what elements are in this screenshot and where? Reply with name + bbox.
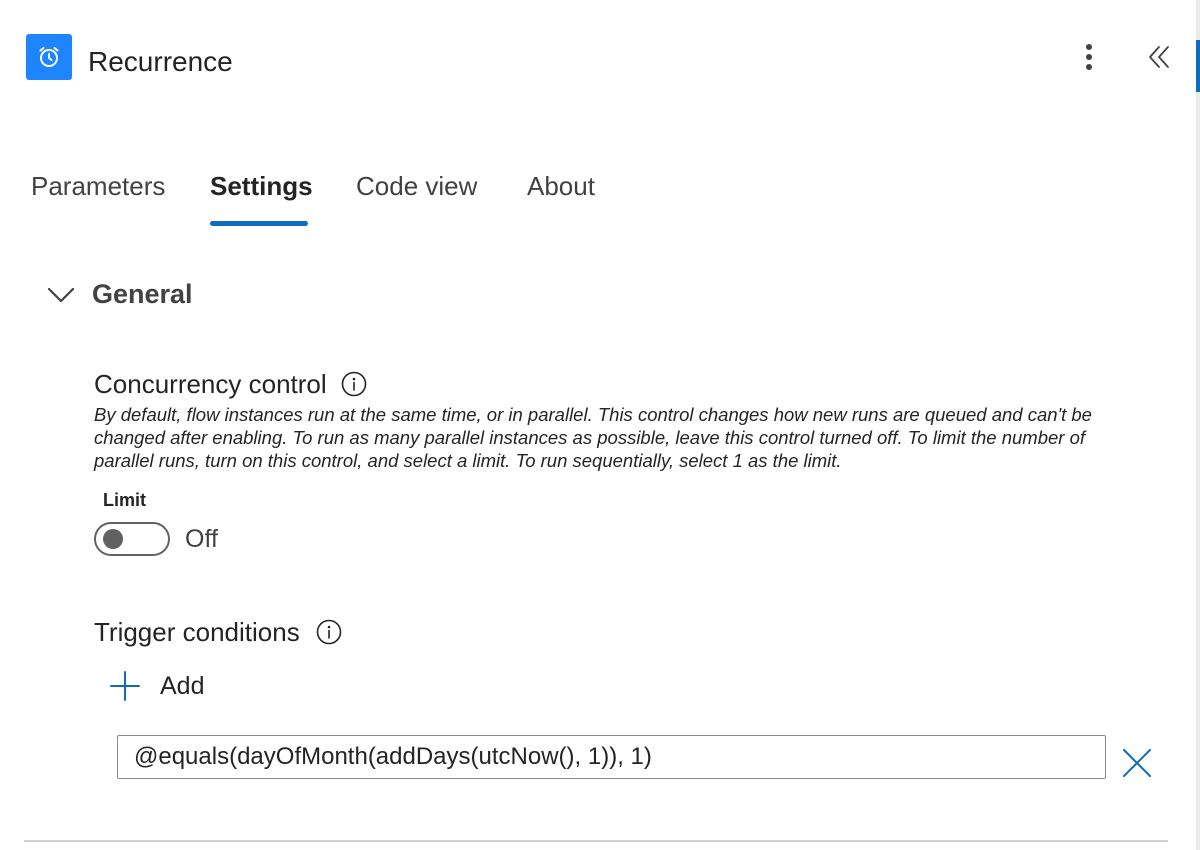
toggle-knob [103, 529, 123, 549]
close-icon [1123, 749, 1151, 777]
adjacent-panel-edge [1196, 0, 1200, 850]
add-condition-button[interactable]: Add [108, 666, 204, 706]
panel-title: Recurrence [88, 46, 233, 77]
chevron-down-icon[interactable] [46, 280, 76, 310]
collapse-panel-button[interactable] [1138, 36, 1180, 78]
info-icon[interactable] [316, 619, 342, 645]
alarm-clock-icon [26, 34, 72, 80]
tab-code-view[interactable]: Code view [356, 168, 477, 204]
double-chevron-left-icon [1149, 46, 1169, 68]
tab-about[interactable]: About [527, 168, 595, 204]
adjacent-panel-accent [1196, 40, 1200, 92]
concurrency-description: By default, flow instances run at the sa… [94, 404, 1092, 471]
concurrency-control-title: Concurrency control [94, 369, 327, 399]
limit-label: Limit [103, 490, 146, 510]
delete-condition-button[interactable] [1118, 744, 1156, 782]
more-options-button[interactable] [1068, 36, 1110, 78]
section-title-general[interactable]: General [92, 276, 193, 312]
toggle-state-label: Off [185, 525, 218, 553]
add-label: Add [160, 672, 205, 700]
tab-settings[interactable]: Settings [210, 168, 313, 204]
divider [24, 840, 1168, 842]
trigger-conditions-title: Trigger conditions [94, 617, 300, 647]
more-vertical-icon [1086, 44, 1092, 70]
info-icon[interactable] [341, 371, 367, 397]
limit-toggle[interactable] [94, 522, 170, 556]
plus-icon [110, 671, 140, 701]
trigger-condition-input[interactable] [117, 735, 1106, 779]
tab-parameters[interactable]: Parameters [31, 168, 165, 204]
active-tab-indicator [210, 221, 308, 226]
